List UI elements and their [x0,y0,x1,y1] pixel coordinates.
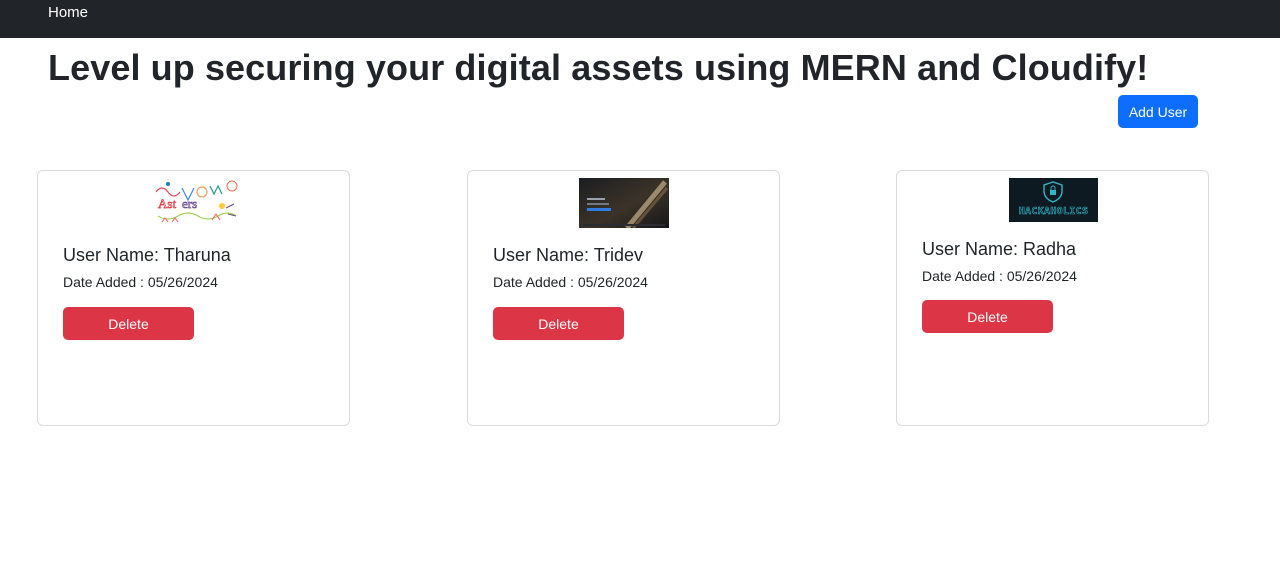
nav-home-link[interactable]: Home [48,4,88,22]
user-name: User Name: Tridev [493,245,644,265]
delete-button[interactable]: Delete [922,300,1053,333]
page-title: Level up securing your digital assets us… [48,47,1149,88]
user-card: HACKAHOLICS User Name: Radha Date Added … [896,170,1209,426]
svg-text:Ast: Ast [158,196,176,211]
date-added: Date Added : 05/26/2024 [922,268,1077,284]
add-user-button[interactable]: Add User [1118,95,1198,128]
top-navbar: Home [0,0,1280,38]
hackaholics-logo-text: HACKAHOLICS [1018,206,1089,218]
user-image: HACKAHOLICS [1009,178,1098,222]
date-added: Date Added : 05/26/2024 [493,274,648,290]
user-name: User Name: Radha [922,239,1077,259]
user-card: User Name: Tridev Date Added : 05/26/202… [467,170,780,426]
user-image: Ast ers [152,178,240,228]
date-added: Date Added : 05/26/2024 [63,274,218,290]
user-image [579,178,669,228]
user-card: Ast ers User Name: Tharuna Date Added : … [37,170,350,426]
delete-button[interactable]: Delete [493,307,624,340]
user-name: User Name: Tharuna [63,245,231,265]
svg-text:ers: ers [182,196,197,211]
delete-button[interactable]: Delete [63,307,194,340]
